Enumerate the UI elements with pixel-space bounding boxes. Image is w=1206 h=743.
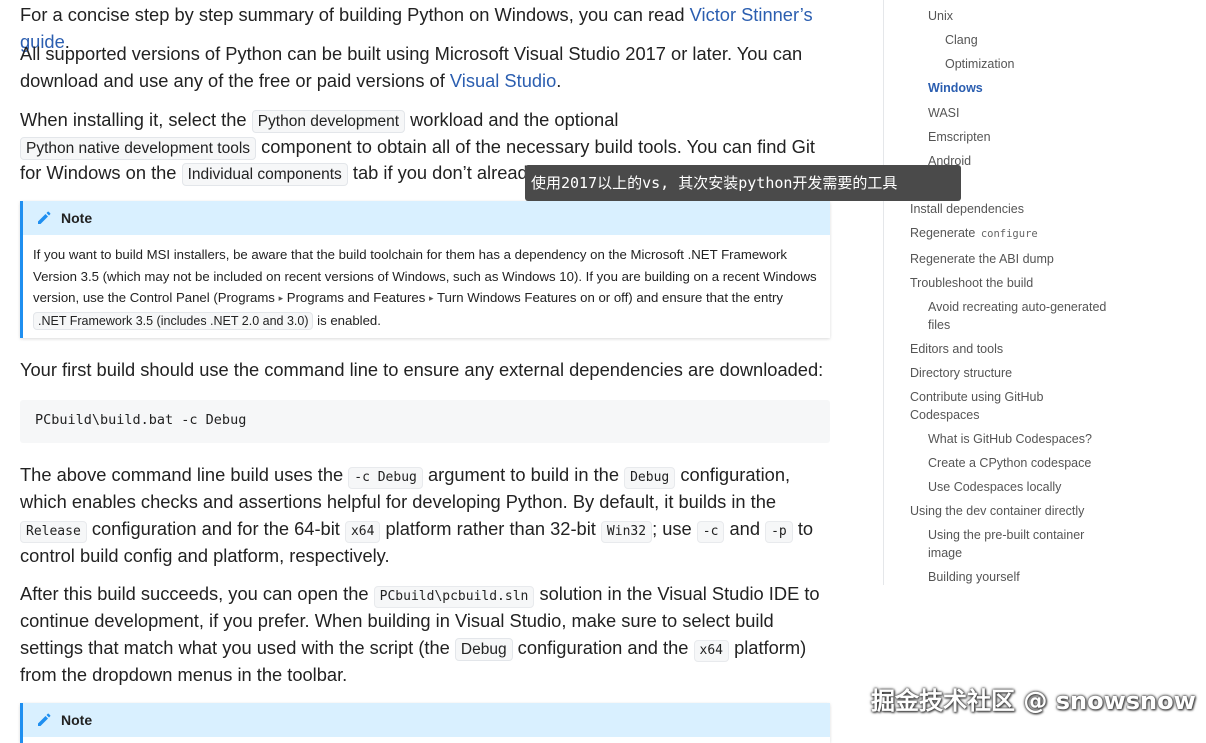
note-header: Note <box>23 201 830 235</box>
paragraph-build-config: The above command line build uses the -c… <box>20 464 814 566</box>
note-second: Note <box>20 703 830 743</box>
menu-separator-icon: ▸ <box>429 293 434 303</box>
code-c-flag: -c <box>696 520 725 543</box>
note-title: Note <box>61 712 93 728</box>
pencil-icon <box>36 210 52 226</box>
toc-item-emscripten[interactable]: Emscripten <box>928 129 991 147</box>
toc-item-install-dependencies[interactable]: Install dependencies <box>910 201 1024 219</box>
toc-item-use-codespaces-locally[interactable]: Use Codespaces locally <box>928 479 1061 497</box>
toc-item-prebuilt-container[interactable]: Using the pre-built container image <box>928 527 1084 562</box>
menu-programs-features: Programs and Features <box>286 290 426 305</box>
toc-item-clang[interactable]: Clang <box>945 32 978 50</box>
note-body: If you want to build MSI installers, be … <box>33 247 817 330</box>
individual-components-chip: Individual components <box>181 163 348 186</box>
toc-item-windows[interactable]: Windows <box>928 80 983 98</box>
toc-item-optimization[interactable]: Optimization <box>945 56 1014 74</box>
menu-programs: Programs <box>217 290 275 305</box>
code-win32: Win32 <box>600 520 653 543</box>
toc-item-what-is-codespaces[interactable]: What is GitHub Codespaces? <box>928 431 1092 449</box>
note-header: Note <box>23 703 830 737</box>
code-x64-2: x64 <box>693 639 729 662</box>
menu-turn-windows-features: Turn Windows Features on or off <box>436 290 629 305</box>
toc-item-regenerate-abi[interactable]: Regenerate the ABI dump <box>910 251 1054 269</box>
toc-item-troubleshoot[interactable]: Troubleshoot the build <box>910 275 1033 293</box>
paragraph-visual-studio-ide: After this build succeeds, you can open … <box>20 583 820 685</box>
paragraph-first-build: Your first build should use the command … <box>20 359 824 380</box>
note-title: Note <box>61 210 93 226</box>
visual-studio-link[interactable]: Visual Studio <box>450 70 556 91</box>
code-pcbuild-sln: PCbuild\pcbuild.sln <box>373 586 535 608</box>
menu-separator-icon: ▸ <box>278 293 284 303</box>
python-native-tools-chip: Python native development tools <box>20 136 257 160</box>
note-msi: Note If you want to build MSI installers… <box>20 201 830 338</box>
net-framework-chip: .NET Framework 3.5 (includes .NET 2.0 an… <box>33 311 314 330</box>
toc-item-avoid-recreating[interactable]: Avoid recreating auto-generated files <box>928 299 1106 334</box>
code-debug: Debug <box>624 467 676 489</box>
toc-item-directory-structure[interactable]: Directory structure <box>910 365 1012 383</box>
paragraph-visual-studio: All supported versions of Python can be … <box>20 43 803 91</box>
debug-chip: Debug <box>454 637 513 661</box>
python-development-chip: Python development <box>251 110 406 133</box>
code-x64: x64 <box>344 520 381 543</box>
toc-item-unix[interactable]: Unix <box>928 8 953 26</box>
toc-item-building-yourself[interactable]: Building yourself <box>928 569 1020 587</box>
toc-item-dev-container[interactable]: Using the dev container directly <box>910 503 1084 521</box>
code-release: Release <box>20 520 87 543</box>
toc-item-contribute-codespaces[interactable]: Contribute using GitHub Codespaces <box>910 389 1043 424</box>
toc-item-regenerate-configure[interactable]: Regenerate configure <box>910 225 1040 243</box>
toc-divider <box>883 0 884 585</box>
code-block-build: PCbuild\build.bat -c Debug <box>20 400 830 443</box>
pencil-icon <box>36 712 52 728</box>
annotation-tooltip: 使用2017以上的vs, 其次安装python开发需要的工具 <box>525 165 961 201</box>
code-c-debug: -c Debug <box>348 467 423 489</box>
toc-item-create-codespace[interactable]: Create a CPython codespace <box>928 455 1091 473</box>
watermark: 掘金技术社区 @ snowsnow <box>871 687 1196 715</box>
toc-code-configure: configure <box>980 228 1038 240</box>
code-p-flag: -p <box>765 520 793 543</box>
toc-item-editors-tools[interactable]: Editors and tools <box>910 341 1003 359</box>
toc-item-wasi[interactable]: WASI <box>928 105 959 123</box>
